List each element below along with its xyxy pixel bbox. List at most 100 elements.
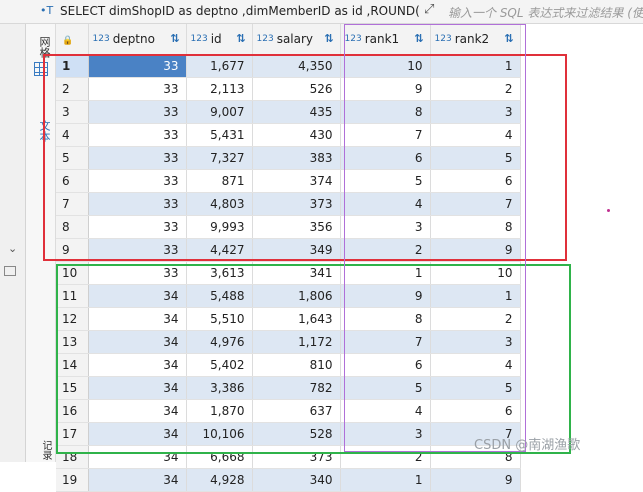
sort-filter-icon[interactable]: ⇅ [170, 32, 179, 45]
table-row[interactable]: 16 34 1,870 637 4 6 [56, 399, 521, 423]
expand-filter-icon[interactable]: ⤢ [424, 2, 440, 18]
cell-deptno[interactable]: 34 [88, 468, 187, 492]
table-row[interactable]: 8 33 9,993 356 3 8 [56, 215, 521, 239]
row-number[interactable]: 7 [56, 192, 89, 216]
cell-rank2[interactable]: 1 [430, 54, 521, 78]
cell-salary[interactable]: 4,350 [252, 54, 341, 78]
cell-rank1[interactable]: 3 [340, 215, 431, 239]
cell-rank2[interactable]: 3 [430, 100, 521, 124]
column-header-rank1[interactable]: 123 rank1 ⇅ [340, 24, 431, 55]
cell-rank1[interactable]: 1 [340, 261, 431, 285]
cell-rank2[interactable]: 9 [430, 468, 521, 492]
column-header-salary[interactable]: 123 salary ⇅ [252, 24, 341, 55]
table-row[interactable]: 9 33 4,427 349 2 9 [56, 238, 521, 262]
row-number[interactable]: 4 [56, 123, 89, 147]
cell-salary[interactable]: 340 [252, 468, 341, 492]
row-number[interactable]: 2 [56, 77, 89, 101]
cell-rank2[interactable]: 9 [430, 238, 521, 262]
sort-filter-icon[interactable]: ⇅ [504, 32, 513, 45]
cell-id[interactable]: 4,427 [186, 238, 253, 262]
cell-salary[interactable]: 810 [252, 353, 341, 377]
cell-salary[interactable]: 1,172 [252, 330, 341, 354]
cell-id[interactable]: 4,803 [186, 192, 253, 216]
cell-rank1[interactable]: 1 [340, 468, 431, 492]
cell-salary[interactable]: 637 [252, 399, 341, 423]
cell-rank1[interactable]: 5 [340, 376, 431, 400]
cell-id[interactable]: 4,928 [186, 468, 253, 492]
cell-id[interactable]: 871 [186, 169, 253, 193]
table-row[interactable]: 13 34 4,976 1,172 7 3 [56, 330, 521, 354]
cell-rank1[interactable]: 8 [340, 100, 431, 124]
cell-id[interactable]: 4,976 [186, 330, 253, 354]
column-header-id[interactable]: 123 id ⇅ [186, 24, 253, 55]
row-number[interactable]: 15 [56, 376, 89, 400]
cell-rank2[interactable]: 6 [430, 169, 521, 193]
cell-deptno[interactable]: 33 [88, 100, 187, 124]
sort-filter-icon[interactable]: ⇅ [324, 32, 333, 45]
cell-id[interactable]: 9,007 [186, 100, 253, 124]
row-number[interactable]: 9 [56, 238, 89, 262]
cell-deptno[interactable]: 34 [88, 399, 187, 423]
cell-rank1[interactable]: 8 [340, 307, 431, 331]
cell-id[interactable]: 3,613 [186, 261, 253, 285]
corner-cell[interactable]: 🔒 [56, 24, 89, 55]
cell-deptno[interactable]: 34 [88, 330, 187, 354]
cell-rank2[interactable]: 4 [430, 353, 521, 377]
table-row[interactable]: 6 33 871 374 5 6 [56, 169, 521, 193]
cell-salary[interactable]: 373 [252, 192, 341, 216]
cell-salary[interactable]: 430 [252, 123, 341, 147]
cell-deptno[interactable]: 34 [88, 376, 187, 400]
cell-salary[interactable]: 374 [252, 169, 341, 193]
table-row[interactable]: 1 33 1,677 4,350 10 1 [56, 54, 521, 78]
table-row[interactable]: 2 33 2,113 526 9 2 [56, 77, 521, 101]
cell-id[interactable]: 10,106 [186, 422, 253, 446]
cell-rank2[interactable]: 3 [430, 330, 521, 354]
row-number[interactable]: 13 [56, 330, 89, 354]
cell-rank1[interactable]: 5 [340, 169, 431, 193]
cell-id[interactable]: 3,386 [186, 376, 253, 400]
cell-rank1[interactable]: 6 [340, 146, 431, 170]
cell-rank2[interactable]: 7 [430, 192, 521, 216]
cell-id[interactable]: 1,870 [186, 399, 253, 423]
table-row[interactable]: 14 34 5,402 810 6 4 [56, 353, 521, 377]
cell-id[interactable]: 1,677 [186, 54, 253, 78]
row-number[interactable]: 11 [56, 284, 89, 308]
row-number[interactable]: 17 [56, 422, 89, 446]
cell-rank2[interactable]: 10 [430, 261, 521, 285]
cell-salary[interactable]: 341 [252, 261, 341, 285]
table-row[interactable]: 7 33 4,803 373 4 7 [56, 192, 521, 216]
cell-deptno[interactable]: 34 [88, 353, 187, 377]
cell-rank1[interactable]: 2 [340, 445, 431, 469]
cell-rank2[interactable]: 5 [430, 376, 521, 400]
cell-deptno[interactable]: 34 [88, 422, 187, 446]
cell-rank1[interactable]: 7 [340, 123, 431, 147]
cell-rank1[interactable]: 2 [340, 238, 431, 262]
cell-rank2[interactable]: 6 [430, 399, 521, 423]
tab-text[interactable]: 文本 [36, 120, 52, 142]
row-number[interactable]: 6 [56, 169, 89, 193]
table-row[interactable]: 5 33 7,327 383 6 5 [56, 146, 521, 170]
cell-id[interactable]: 5,488 [186, 284, 253, 308]
row-number[interactable]: 16 [56, 399, 89, 423]
table-row[interactable]: 12 34 5,510 1,643 8 2 [56, 307, 521, 331]
table-row[interactable]: 3 33 9,007 435 8 3 [56, 100, 521, 124]
cell-salary[interactable]: 356 [252, 215, 341, 239]
grid-icon[interactable] [34, 62, 48, 76]
cell-deptno[interactable]: 33 [88, 146, 187, 170]
row-number[interactable]: 10 [56, 261, 89, 285]
row-number[interactable]: 8 [56, 215, 89, 239]
cell-rank2[interactable]: 8 [430, 215, 521, 239]
table-row[interactable]: 11 34 5,488 1,806 9 1 [56, 284, 521, 308]
row-number[interactable]: 1 [56, 54, 89, 78]
sql-run-icon[interactable]: •T [40, 4, 53, 17]
cell-deptno[interactable]: 33 [88, 54, 187, 78]
cell-rank1[interactable]: 9 [340, 77, 431, 101]
cell-id[interactable]: 5,402 [186, 353, 253, 377]
cell-rank2[interactable]: 2 [430, 307, 521, 331]
cell-salary[interactable]: 782 [252, 376, 341, 400]
cell-salary[interactable]: 526 [252, 77, 341, 101]
cell-deptno[interactable]: 34 [88, 284, 187, 308]
chevron-down-icon[interactable]: ⌄ [8, 242, 17, 255]
cell-salary[interactable]: 383 [252, 146, 341, 170]
table-row[interactable]: 15 34 3,386 782 5 5 [56, 376, 521, 400]
